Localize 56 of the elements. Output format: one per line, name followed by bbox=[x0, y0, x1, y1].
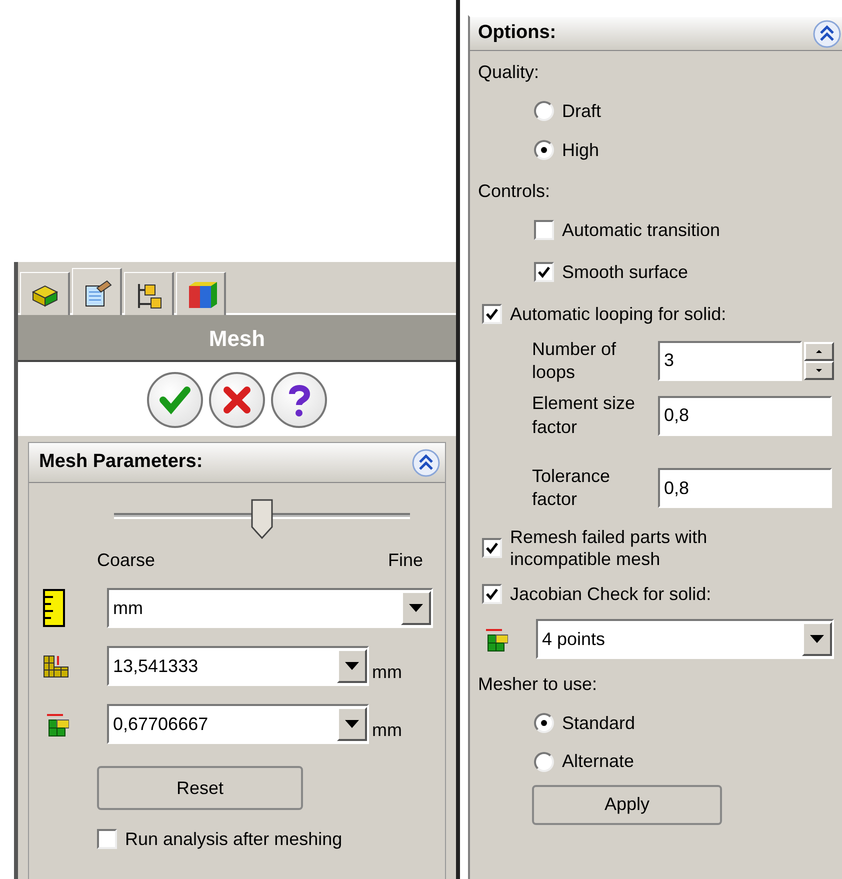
group-title: Mesh Parameters: bbox=[39, 450, 203, 474]
field-label: Number of loops bbox=[532, 338, 618, 384]
checkbox[interactable] bbox=[482, 304, 502, 324]
ruler-icon bbox=[43, 589, 65, 627]
radio-button[interactable] bbox=[534, 100, 554, 121]
tab[interactable] bbox=[124, 272, 174, 318]
section-label: Quality: bbox=[478, 61, 540, 84]
slider-thumb[interactable] bbox=[251, 499, 273, 539]
slider-label: Fine bbox=[388, 549, 423, 572]
radio-label: Standard bbox=[562, 712, 636, 734]
size-dropdown[interactable]: 13,541333 bbox=[107, 646, 369, 686]
check-mark-icon bbox=[485, 587, 499, 602]
radio-label: High bbox=[562, 139, 600, 162]
checkbox-label: Run analysis after meshing bbox=[125, 828, 342, 850]
checkbox[interactable] bbox=[97, 829, 117, 850]
check-mark-icon bbox=[485, 307, 499, 322]
tab[interactable] bbox=[20, 272, 70, 318]
collapse-icon bbox=[812, 18, 842, 48]
size-dropdown[interactable]: 0,67706667 bbox=[107, 704, 369, 744]
unit-label: mm bbox=[372, 660, 402, 684]
radio-button[interactable] bbox=[534, 713, 554, 734]
section-label: Mesher to use: bbox=[478, 673, 598, 696]
field-label: Element size factor bbox=[532, 392, 636, 439]
checkbox[interactable] bbox=[482, 584, 502, 604]
text-input[interactable]: 0,8 bbox=[658, 396, 832, 436]
checkbox-label: Remesh failed parts with incompatible mesh bbox=[510, 526, 708, 571]
checkbox[interactable] bbox=[534, 262, 554, 282]
mesh-size-icon bbox=[43, 654, 69, 678]
radio-button[interactable] bbox=[534, 752, 554, 772]
collapse-icon bbox=[411, 448, 441, 478]
checkbox-label: Automatic transition bbox=[562, 219, 720, 242]
unit-dropdown[interactable]: mm bbox=[107, 588, 433, 628]
panel-title: Mesh bbox=[18, 315, 456, 362]
checkbox-label: Smooth surface bbox=[562, 260, 688, 283]
text-input[interactable]: 0,8 bbox=[658, 468, 832, 508]
radio-label: Alternate bbox=[562, 750, 634, 773]
checkbox-label: Automatic looping for solid: bbox=[510, 303, 726, 326]
radio-label: Draft bbox=[562, 100, 602, 122]
check-mark-icon bbox=[537, 264, 551, 279]
checkbox-label: Jacobian Check for solid: bbox=[510, 582, 712, 606]
points-dropdown[interactable]: 4 points bbox=[536, 619, 834, 660]
check-mark-icon bbox=[485, 541, 499, 556]
checkbox[interactable] bbox=[534, 220, 554, 240]
spin-down-button[interactable] bbox=[804, 360, 834, 380]
tab[interactable] bbox=[72, 268, 122, 318]
group-title: Options: bbox=[478, 21, 556, 46]
field-label: Tolerance factor bbox=[532, 465, 612, 512]
spin-up-button[interactable] bbox=[804, 342, 834, 361]
unit-label: mm bbox=[372, 718, 402, 742]
slider-label: Coarse bbox=[97, 549, 156, 572]
reset-button[interactable]: Reset bbox=[97, 766, 303, 810]
checkbox[interactable] bbox=[482, 538, 502, 558]
radio-button[interactable] bbox=[534, 140, 554, 160]
apply-button[interactable]: Apply bbox=[532, 784, 722, 825]
number-input[interactable]: 3 bbox=[658, 340, 802, 381]
section-label: Controls: bbox=[478, 180, 552, 202]
